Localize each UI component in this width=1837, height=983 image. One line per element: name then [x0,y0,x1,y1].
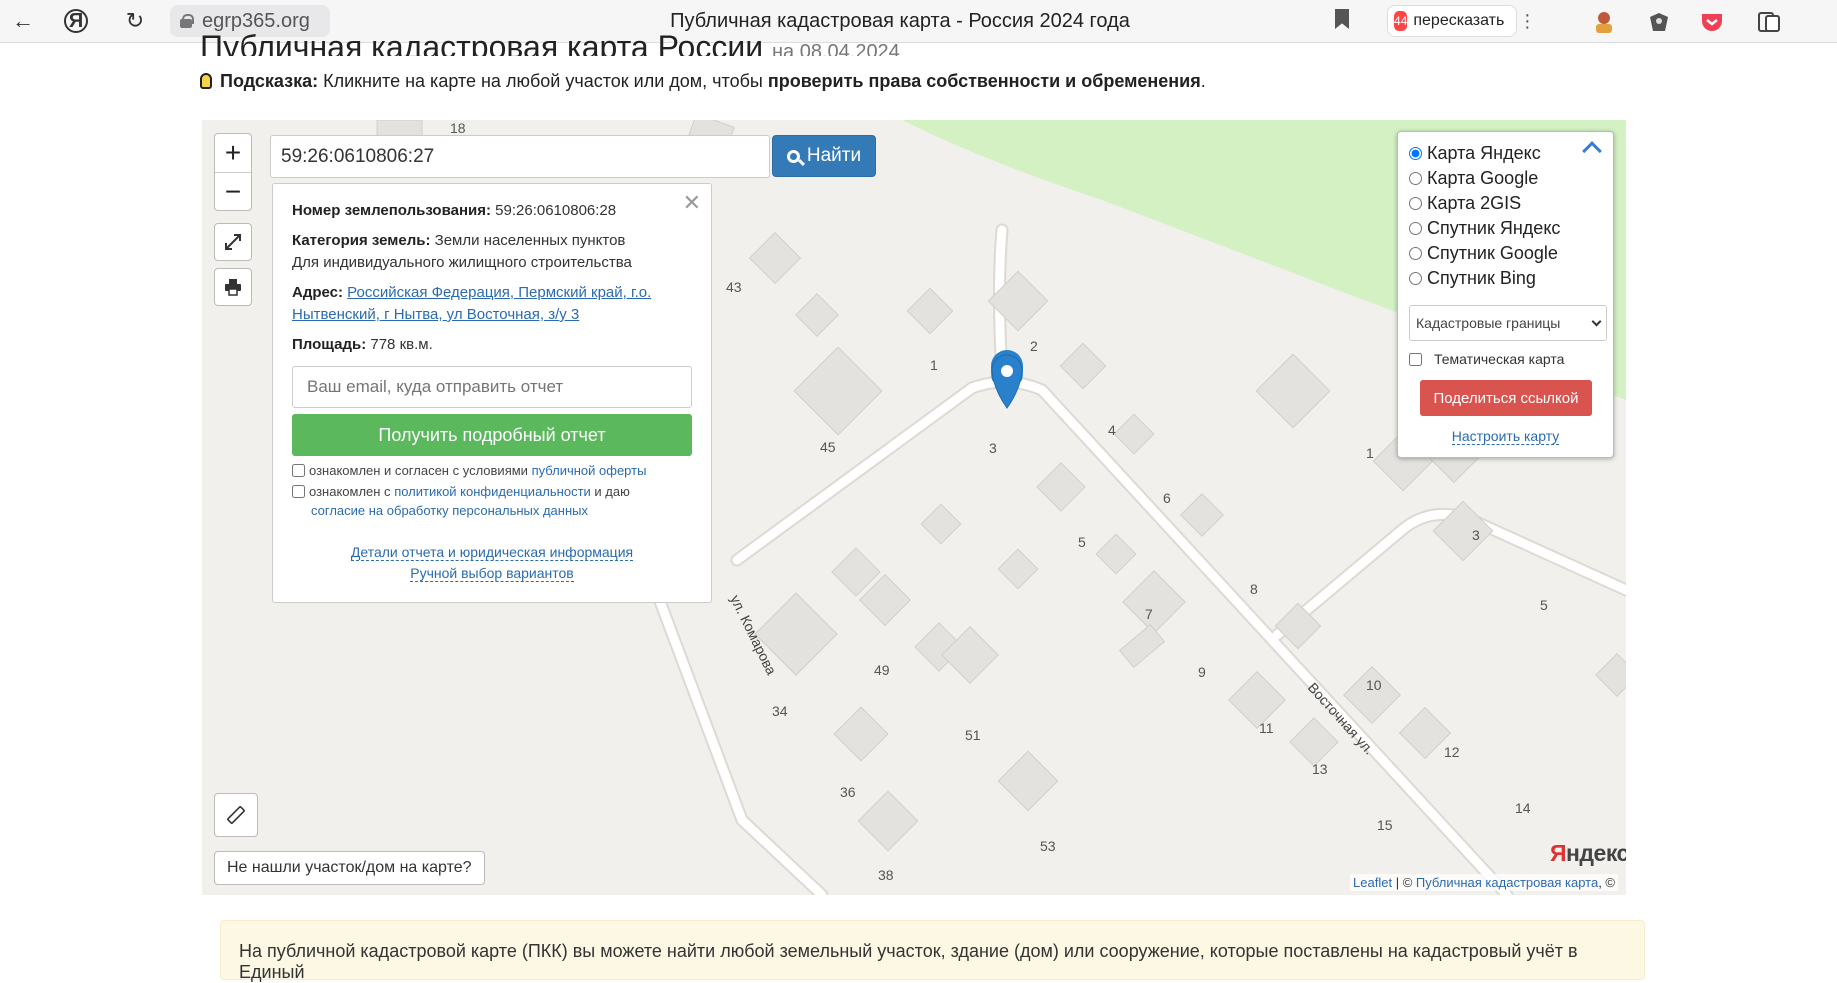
yandex-logo: Яндекс [1550,840,1626,866]
svg-text:6: 6 [1163,490,1171,506]
email-field[interactable] [292,366,692,408]
popup-links: Детали отчета и юридическая информация Р… [292,542,692,584]
svg-text:2: 2 [1030,338,1038,354]
not-found-button[interactable]: Не нашли участок/дом на карте? [214,851,485,885]
thematic-map-toggle[interactable]: Тематическая карта [1409,351,1602,367]
lock-icon [180,14,194,28]
layer-option-2[interactable]: Карта 2GIS [1409,191,1602,216]
privacy-checkbox[interactable] [292,485,305,498]
offer-checkbox[interactable] [292,464,305,477]
svg-text:51: 51 [965,727,981,743]
svg-text:18: 18 [450,120,466,136]
chevron-down-icon [1591,316,1602,326]
svg-text:14: 14 [1515,800,1531,816]
reload-icon[interactable]: ↻ [120,6,150,36]
land-category: Категория земель: Земли населенных пункт… [292,232,632,271]
more-icon[interactable]: ⋮ [1518,11,1536,32]
svg-text:5: 5 [1078,534,1086,550]
svg-text:9: 9 [1198,664,1206,680]
retell-button[interactable]: 44 пересказать ⋮ [1387,5,1536,37]
layer-option-5[interactable]: Спутник Bing [1409,266,1602,291]
layer-option-1[interactable]: Карта Google [1409,166,1602,191]
svg-text:1: 1 [1366,445,1374,461]
layer-option-3[interactable]: Спутник Яндекс [1409,216,1602,241]
svg-text:7: 7 [1145,606,1153,622]
svg-text:38: 38 [878,867,894,883]
share-link-button[interactable]: Поделиться ссылкой [1420,380,1592,416]
page-date: на 08.04.2024 [771,41,900,56]
info-box: На публичной кадастровой карте (ПКК) вы … [220,920,1645,982]
zoom-out-button[interactable]: − [215,172,251,210]
svg-text:3: 3 [989,440,997,456]
boundary-select[interactable]: Кадастровые границы [1409,305,1607,341]
cadastral-map[interactable]: 18 43 2 1 45 3 4 6 5 1 3 5 8 7 9 49 34 5… [202,120,1626,895]
ruler-button[interactable] [214,793,258,837]
svg-text:34: 34 [772,703,788,719]
consent-link[interactable]: согласие на обработку персональных данны… [311,503,588,518]
svg-text:1: 1 [930,357,938,373]
svg-text:49: 49 [874,662,890,678]
svg-text:5: 5 [1540,597,1548,613]
parcel-info-popup: ✕ Номер землепользования: 59:26:0610806:… [272,183,712,603]
map-attribution: Leaflet | © Публичная кадастровая карта,… [1350,874,1618,891]
svg-text:13: 13 [1312,761,1328,777]
layer-option-4[interactable]: Спутник Google [1409,241,1602,266]
parcel-area: Площадь: 778 кв.м. [292,336,433,353]
page-title: Публичная кадастровая карта России на 08… [200,22,900,56]
lightbulb-icon [200,73,212,89]
fullscreen-button[interactable] [214,223,252,261]
address-link[interactable]: Российская Федерация, Пермский край, г.о… [292,284,651,323]
pocket-icon[interactable] [1698,8,1726,36]
svg-text:8: 8 [1250,581,1258,597]
offer-link[interactable]: публичной оферты [532,463,647,478]
yandex-browser-icon[interactable]: Я [64,9,88,33]
zoom-in-button[interactable]: + [215,134,251,172]
get-report-button[interactable]: Получить подробный отчет [292,414,692,456]
fullscreen-icon [225,234,241,250]
bookmark-icon[interactable] [1335,9,1349,29]
extension-avatar-icon[interactable] [1590,8,1618,36]
manual-select-link[interactable]: Ручной выбор вариантов [410,565,574,582]
svg-text:3: 3 [1472,527,1480,543]
back-arrow-icon[interactable]: ← [8,6,38,36]
svg-text:45: 45 [820,439,836,455]
cadastral-search-input[interactable] [270,135,770,178]
svg-text:43: 43 [726,279,742,295]
svg-text:4: 4 [1108,422,1116,438]
svg-text:53: 53 [1040,838,1056,854]
privacy-agreement: ознакомлен с политикой конфиденциальност… [292,482,692,520]
pkk-link[interactable]: Публичная кадастровая карта [1416,875,1598,890]
ruler-icon [227,806,245,824]
printer-icon [225,279,241,296]
reader-icon[interactable] [1755,8,1783,36]
parcel-address: Адрес: Российская Федерация, Пермский кр… [292,284,652,323]
svg-text:12: 12 [1444,744,1460,760]
thematic-checkbox[interactable] [1409,352,1422,366]
extension-figure-icon[interactable] [1645,8,1673,36]
print-button[interactable] [214,268,252,306]
retell-icon: 44 [1394,11,1408,31]
svg-text:10: 10 [1366,677,1382,693]
hint: Подсказка: Кликните на карте на любой уч… [200,71,1206,92]
find-button[interactable]: Найти [772,135,876,177]
leaflet-link[interactable]: Leaflet [1353,875,1392,890]
search-icon [786,149,800,163]
layer-switcher: Карта Яндекс Карта Google Карта 2GIS Спу… [1397,131,1614,458]
layer-option-0[interactable]: Карта Яндекс [1409,141,1602,166]
privacy-link[interactable]: политикой конфиденциальности [394,484,591,499]
close-icon[interactable]: ✕ [683,190,701,216]
svg-text:15: 15 [1377,817,1393,833]
parcel-number: Номер землепользования: 59:26:0610806:28 [292,202,617,219]
report-details-link[interactable]: Детали отчета и юридическая информация [350,544,634,561]
svg-text:11: 11 [1259,720,1274,736]
location-marker-icon[interactable] [991,350,1023,409]
offer-agreement: ознакомлен и согласен с условиями публич… [292,461,692,480]
svg-text:36: 36 [840,784,856,800]
map-settings-link[interactable]: Настроить карту [1451,428,1560,445]
zoom-control: + − [214,133,252,211]
retell-label: пересказать [1413,12,1505,29]
